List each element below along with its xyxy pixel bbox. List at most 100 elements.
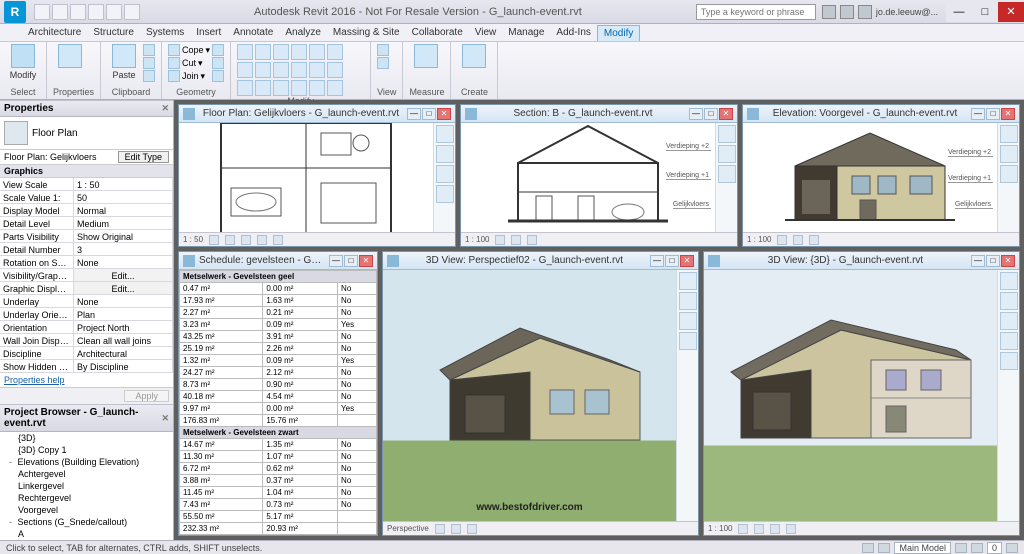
- vs-icon[interactable]: [786, 524, 796, 534]
- prop-value[interactable]: 1 : 50: [74, 178, 173, 191]
- prop-value[interactable]: Project North: [74, 321, 173, 334]
- geom-tool-3[interactable]: [212, 70, 224, 82]
- tab-view[interactable]: View: [469, 25, 503, 40]
- schedule-cell[interactable]: 3.23 m²: [180, 319, 263, 331]
- vs-icon[interactable]: [273, 235, 283, 245]
- cope-button[interactable]: Cope ▾: [168, 44, 210, 56]
- create-button[interactable]: [457, 44, 491, 68]
- tab-addins[interactable]: Add-Ins: [550, 25, 596, 40]
- view-max-icon[interactable]: □: [986, 108, 1000, 120]
- view-min-icon[interactable]: —: [407, 108, 421, 120]
- modify-tool-button[interactable]: Modify: [6, 44, 40, 80]
- pan-icon[interactable]: [679, 332, 697, 350]
- vs-icon[interactable]: [451, 524, 461, 534]
- tool-e-icon[interactable]: [309, 80, 325, 96]
- schedule-cell[interactable]: 1.63 m²: [263, 295, 338, 307]
- browser-node[interactable]: Rechtergevel: [0, 492, 173, 504]
- user-name[interactable]: jo.de.leeuw@...: [876, 7, 938, 17]
- steering-icon[interactable]: [1000, 145, 1018, 163]
- pan-icon[interactable]: [718, 165, 736, 183]
- close-button[interactable]: ✕: [998, 2, 1024, 22]
- array-icon[interactable]: [273, 62, 289, 78]
- prop-value[interactable]: Medium: [74, 217, 173, 230]
- sb-icon[interactable]: [955, 543, 967, 553]
- schedule-cell[interactable]: 2.26 m²: [263, 343, 338, 355]
- view-scale[interactable]: 1 : 50: [183, 235, 203, 244]
- tab-structure[interactable]: Structure: [87, 25, 140, 40]
- offset-icon[interactable]: [255, 44, 271, 60]
- schedule-cell[interactable]: No: [338, 475, 377, 487]
- prop-value[interactable]: Edit...: [74, 282, 173, 295]
- search-input[interactable]: [696, 4, 816, 20]
- minimize-button[interactable]: —: [946, 2, 972, 22]
- steering-icon[interactable]: [1000, 292, 1018, 310]
- schedule-cell[interactable]: 1.04 m²: [263, 487, 338, 499]
- steering-icon[interactable]: [436, 145, 454, 163]
- schedule-cell[interactable]: 17.93 m²: [180, 295, 263, 307]
- schedule-cell[interactable]: 176.83 m²: [180, 415, 263, 427]
- view-tool-2[interactable]: [377, 57, 389, 69]
- perspective-canvas[interactable]: www.bestofdriver.com: [383, 270, 676, 521]
- prop-value[interactable]: Normal: [74, 204, 173, 217]
- schedule-cell[interactable]: No: [338, 463, 377, 475]
- move-icon[interactable]: [291, 44, 307, 60]
- qat-save-icon[interactable]: [52, 4, 68, 20]
- schedule-cell[interactable]: No: [338, 439, 377, 451]
- measure-button[interactable]: [409, 44, 443, 68]
- subscription-icon[interactable]: [822, 5, 836, 19]
- scale-icon[interactable]: [291, 62, 307, 78]
- prop-value[interactable]: None: [74, 256, 173, 269]
- schedule-cell[interactable]: 0.90 m²: [263, 379, 338, 391]
- schedule-cell[interactable]: 0.09 m²: [263, 355, 338, 367]
- zoom-icon[interactable]: [1000, 352, 1018, 370]
- schedule-cell[interactable]: 25.19 m²: [180, 343, 263, 355]
- prop-value[interactable]: Show Original: [74, 230, 173, 243]
- tool-a-icon[interactable]: [237, 80, 253, 96]
- vs-icon[interactable]: [435, 524, 445, 534]
- split-icon[interactable]: [255, 62, 271, 78]
- vs-icon[interactable]: [777, 235, 787, 245]
- navcube-icon[interactable]: [1000, 272, 1018, 290]
- schedule-cell[interactable]: 0.62 m²: [263, 463, 338, 475]
- navcube-icon[interactable]: [718, 125, 736, 143]
- maximize-button[interactable]: □: [972, 2, 998, 22]
- schedule-cell[interactable]: 20.93 m²: [263, 523, 338, 535]
- browser-node[interactable]: - Elevations (Building Elevation): [0, 456, 173, 468]
- prop-value[interactable]: Architectural: [74, 347, 173, 360]
- schedule-cell[interactable]: 40.18 m²: [180, 391, 263, 403]
- vs-icon[interactable]: [241, 235, 251, 245]
- geom-tool-1[interactable]: [212, 44, 224, 56]
- schedule-cell[interactable]: No: [338, 499, 377, 511]
- view-close-icon[interactable]: ✕: [1001, 108, 1015, 120]
- view-scale[interactable]: 1 : 100: [747, 235, 771, 244]
- view-min-icon[interactable]: —: [650, 255, 664, 267]
- vs-icon[interactable]: [495, 235, 505, 245]
- view-tool-1[interactable]: [377, 44, 389, 56]
- view-max-icon[interactable]: □: [704, 108, 718, 120]
- geom-tool-2[interactable]: [212, 57, 224, 69]
- view-close-icon[interactable]: ✕: [1001, 255, 1015, 267]
- tab-insert[interactable]: Insert: [190, 25, 227, 40]
- view-min-icon[interactable]: —: [971, 108, 985, 120]
- schedule-cell[interactable]: 2.27 m²: [180, 307, 263, 319]
- threed-canvas[interactable]: [704, 270, 997, 521]
- vs-icon[interactable]: [793, 235, 803, 245]
- tab-modify[interactable]: Modify: [597, 25, 640, 41]
- schedule-cell[interactable]: [338, 415, 377, 427]
- prop-value[interactable]: By Discipline: [74, 360, 173, 373]
- schedule-cell[interactable]: No: [338, 331, 377, 343]
- selection-count[interactable]: 0: [987, 542, 1002, 554]
- schedule-cell[interactable]: 0.47 m²: [180, 283, 263, 295]
- vs-icon[interactable]: [511, 235, 521, 245]
- exchange-icon[interactable]: [840, 5, 854, 19]
- project-browser-tree[interactable]: {3D}{3D} Copy 1- Elevations (Building El…: [0, 432, 173, 540]
- cut-clip-button[interactable]: [143, 44, 155, 56]
- orbit-icon[interactable]: [1000, 312, 1018, 330]
- tool-d-icon[interactable]: [291, 80, 307, 96]
- schedule-cell[interactable]: 0.09 m²: [263, 319, 338, 331]
- view-min-icon[interactable]: —: [329, 255, 343, 267]
- prop-value[interactable]: 50: [74, 191, 173, 204]
- browser-node[interactable]: Linkergevel: [0, 480, 173, 492]
- sb-icon[interactable]: [862, 543, 874, 553]
- elevation-canvas[interactable]: Verdieping +2Verdieping +1Gelijkvloers: [743, 123, 997, 232]
